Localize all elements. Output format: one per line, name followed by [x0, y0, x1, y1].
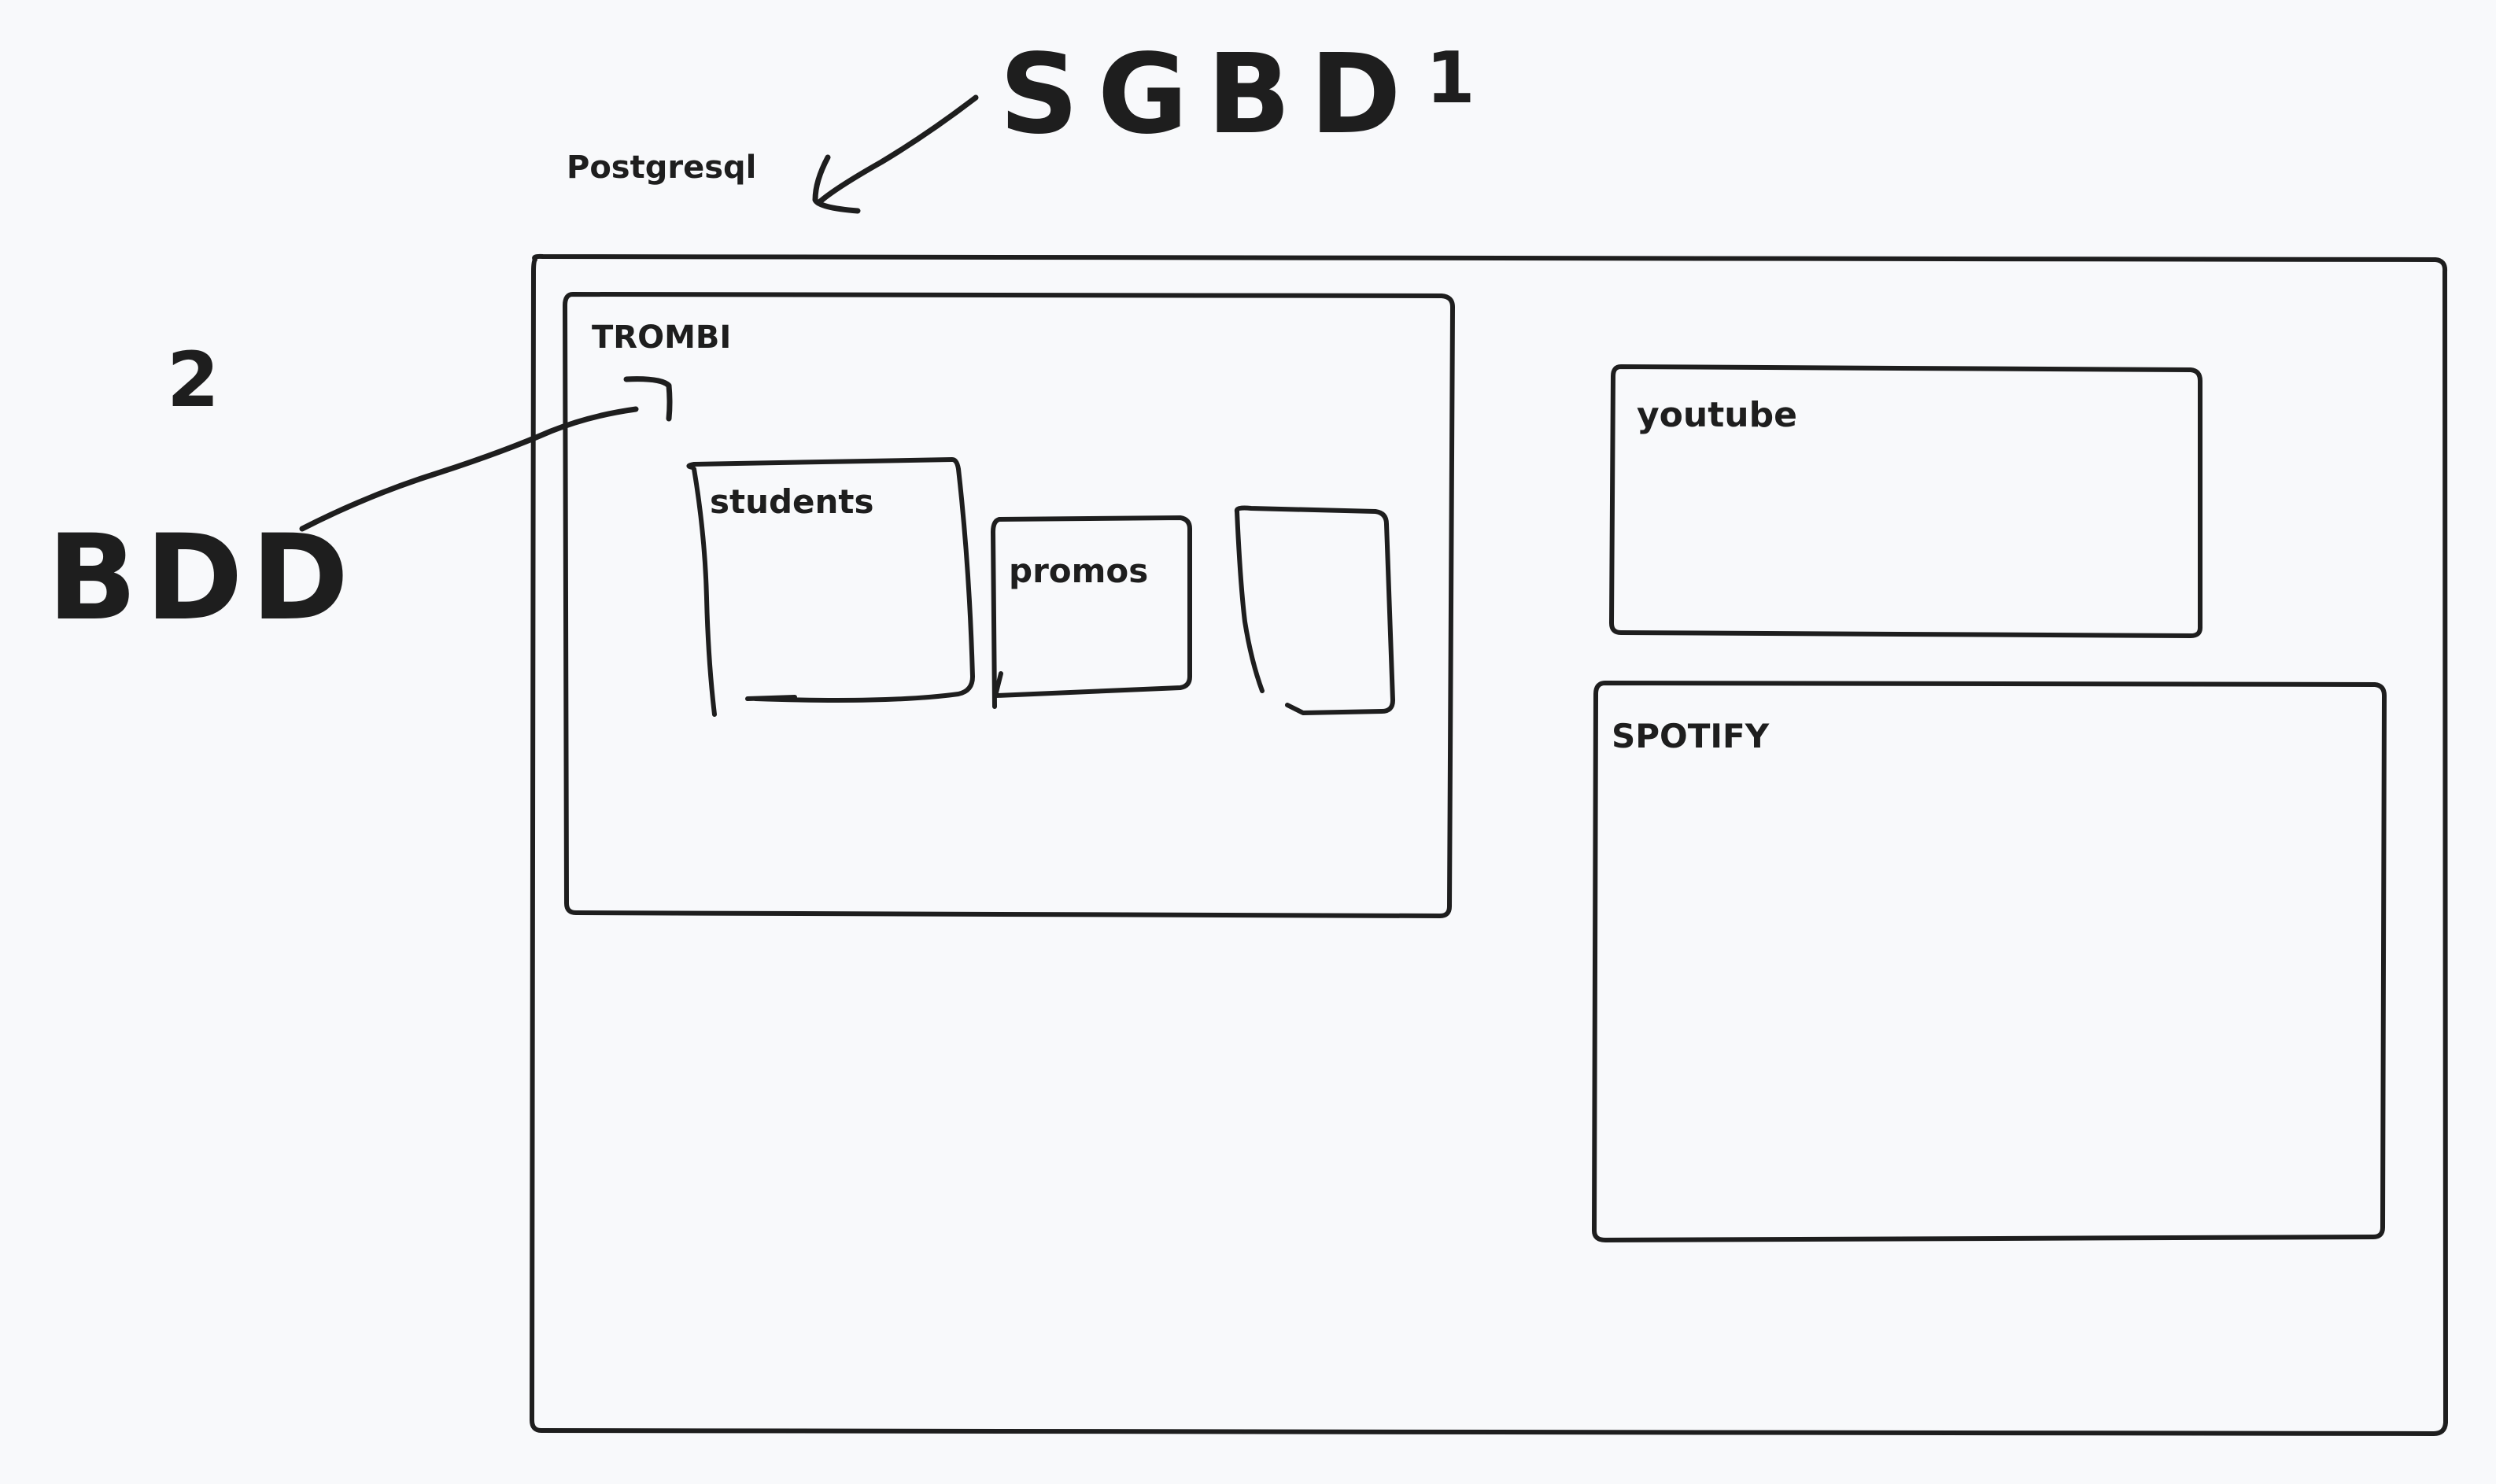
spotify-label: SPOTIFY — [1612, 717, 1770, 755]
number-one-annotation: 1 — [1426, 37, 1475, 120]
whiteboard-canvas[interactable]: TROMBI students promos youtube SPOTIFY P… — [0, 0, 2496, 1484]
students-table-box[interactable]: students — [686, 457, 975, 717]
bdd-annotation: BDD — [47, 510, 356, 647]
students-label: students — [710, 482, 874, 521]
sgbd-annotation: SGBD — [999, 31, 1420, 159]
trombi-label: TROMBI — [592, 319, 731, 356]
unnamed-table-box[interactable] — [1234, 505, 1395, 715]
bdd-to-trombi-arrow — [299, 376, 673, 532]
postgresql-annotation: Postgresql — [567, 150, 756, 186]
youtube-database-box[interactable]: youtube — [1609, 364, 2202, 638]
youtube-label: youtube — [1637, 395, 1797, 435]
spotify-database-box[interactable]: SPOTIFY — [1592, 681, 2387, 1242]
sgbd-container[interactable] — [530, 253, 2448, 1436]
sgbd-to-postgresql-arrow — [812, 94, 979, 214]
promos-label: promos — [1009, 552, 1148, 590]
number-two-annotation: 2 — [167, 336, 220, 424]
promos-table-box[interactable]: promos — [991, 515, 1192, 709]
trombi-database-box[interactable]: TROMBI — [563, 292, 1455, 918]
